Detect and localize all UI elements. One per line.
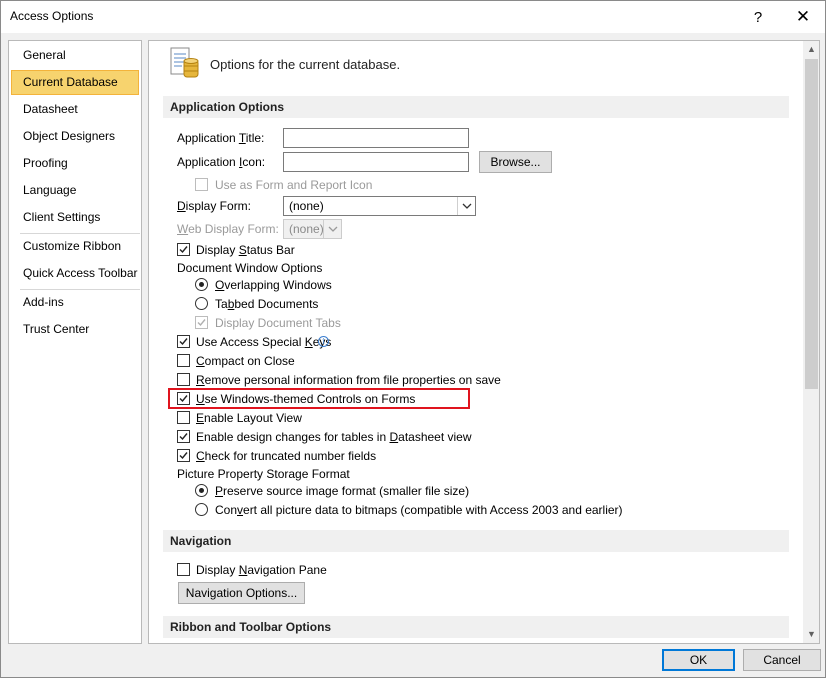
overlapping-windows-label: Overlapping Windows: [215, 278, 332, 292]
convert-to-bitmaps-radio[interactable]: [195, 503, 208, 516]
section-navigation: Navigation: [163, 530, 789, 552]
cancel-button[interactable]: Cancel: [743, 649, 821, 671]
display-navigation-pane-checkbox[interactable]: [177, 563, 190, 576]
nav-item-quick-access-toolbar[interactable]: Quick Access Toolbar: [11, 261, 139, 286]
nav-item-client-settings[interactable]: Client Settings: [11, 205, 139, 230]
convert-to-bitmaps-label: Convert all picture data to bitmaps (com…: [215, 503, 623, 517]
enable-design-changes-checkbox[interactable]: [177, 430, 190, 443]
web-display-form-value: (none): [289, 222, 324, 236]
check-truncated-checkbox[interactable]: [177, 449, 190, 462]
highlight-box: [168, 388, 470, 409]
application-title-label: Application Title:: [177, 131, 265, 145]
web-display-form-label: Web Display Form:: [177, 222, 279, 236]
vertical-scrollbar[interactable]: ▲ ▼: [803, 41, 819, 643]
display-status-bar-checkbox[interactable]: [177, 243, 190, 256]
application-icon-label: Application Icon:: [177, 155, 266, 169]
display-document-tabs-checkbox[interactable]: [195, 316, 208, 329]
tabbed-documents-radio[interactable]: [195, 297, 208, 310]
ok-button[interactable]: OK: [662, 649, 735, 671]
info-icon[interactable]: i: [318, 336, 329, 347]
access-options-dialog: Access Options ? ✕ General Current Datab…: [0, 0, 826, 678]
window-title: Access Options: [10, 9, 94, 23]
document-window-options-label: Document Window Options: [177, 261, 323, 275]
nav-item-object-designers[interactable]: Object Designers: [11, 124, 139, 149]
preserve-source-format-radio[interactable]: [195, 484, 208, 497]
display-form-label: Display Form:: [177, 199, 252, 213]
web-display-form-select[interactable]: (none): [283, 219, 342, 239]
nav-item-language[interactable]: Language: [11, 178, 139, 203]
scroll-up-arrow-icon[interactable]: ▲: [803, 41, 819, 58]
close-button[interactable]: ✕: [788, 5, 818, 29]
application-icon-input[interactable]: [283, 152, 469, 172]
database-options-icon: [170, 46, 200, 80]
chevron-down-icon: [323, 220, 341, 238]
use-as-form-icon-checkbox[interactable]: [195, 178, 208, 191]
chevron-down-icon: [457, 197, 475, 215]
page-header-text: Options for the current database.: [210, 57, 401, 72]
remove-personal-info-label: Remove personal information from file pr…: [196, 373, 501, 387]
nav-item-proofing[interactable]: Proofing: [11, 151, 139, 176]
nav-item-current-database[interactable]: Current Database: [11, 70, 139, 95]
display-status-bar-label: Display Status Bar: [196, 243, 295, 257]
use-as-form-icon-label: Use as Form and Report Icon: [215, 178, 373, 192]
picture-storage-format-label: Picture Property Storage Format: [177, 467, 350, 481]
use-access-special-keys-label: Use Access Special Keys: [196, 335, 332, 349]
overlapping-windows-radio[interactable]: [195, 278, 208, 291]
display-document-tabs-label: Display Document Tabs: [215, 316, 341, 330]
remove-personal-info-checkbox[interactable]: [177, 373, 190, 386]
section-application-options: Application Options: [163, 96, 789, 118]
nav-item-add-ins[interactable]: Add-ins: [11, 290, 139, 315]
use-access-special-keys-checkbox[interactable]: [177, 335, 190, 348]
title-bar: Access Options ? ✕: [1, 1, 825, 33]
nav-item-general[interactable]: General: [11, 43, 139, 68]
display-form-select[interactable]: (none): [283, 196, 476, 216]
options-content-pane: Options for the current database. Applic…: [148, 40, 820, 644]
display-navigation-pane-label: Display Navigation Pane: [196, 563, 327, 577]
enable-layout-view-checkbox[interactable]: [177, 411, 190, 424]
enable-layout-view-label: Enable Layout View: [196, 411, 302, 425]
scroll-thumb[interactable]: [805, 59, 818, 389]
enable-design-changes-label: Enable design changes for tables in Data…: [196, 430, 472, 444]
nav-item-datasheet[interactable]: Datasheet: [11, 97, 139, 122]
tabbed-documents-label: Tabbed Documents: [215, 297, 319, 311]
compact-on-close-checkbox[interactable]: [177, 354, 190, 367]
display-form-value: (none): [289, 199, 324, 213]
nav-item-customize-ribbon[interactable]: Customize Ribbon: [11, 234, 139, 259]
check-truncated-label: Check for truncated number fields: [196, 449, 377, 463]
options-category-list: General Current Database Datasheet Objec…: [8, 40, 142, 644]
browse-button[interactable]: Browse...: [479, 151, 552, 173]
nav-item-trust-center[interactable]: Trust Center: [11, 317, 139, 342]
compact-on-close-label: Compact on Close: [196, 354, 295, 368]
section-ribbon-toolbar-options: Ribbon and Toolbar Options: [163, 616, 789, 638]
help-button[interactable]: ?: [743, 5, 773, 29]
navigation-options-button[interactable]: Navigation Options...: [178, 582, 305, 604]
preserve-source-format-label: Preserve source image format (smaller fi…: [215, 484, 470, 498]
application-title-input[interactable]: [283, 128, 469, 148]
scroll-down-arrow-icon[interactable]: ▼: [803, 626, 819, 643]
